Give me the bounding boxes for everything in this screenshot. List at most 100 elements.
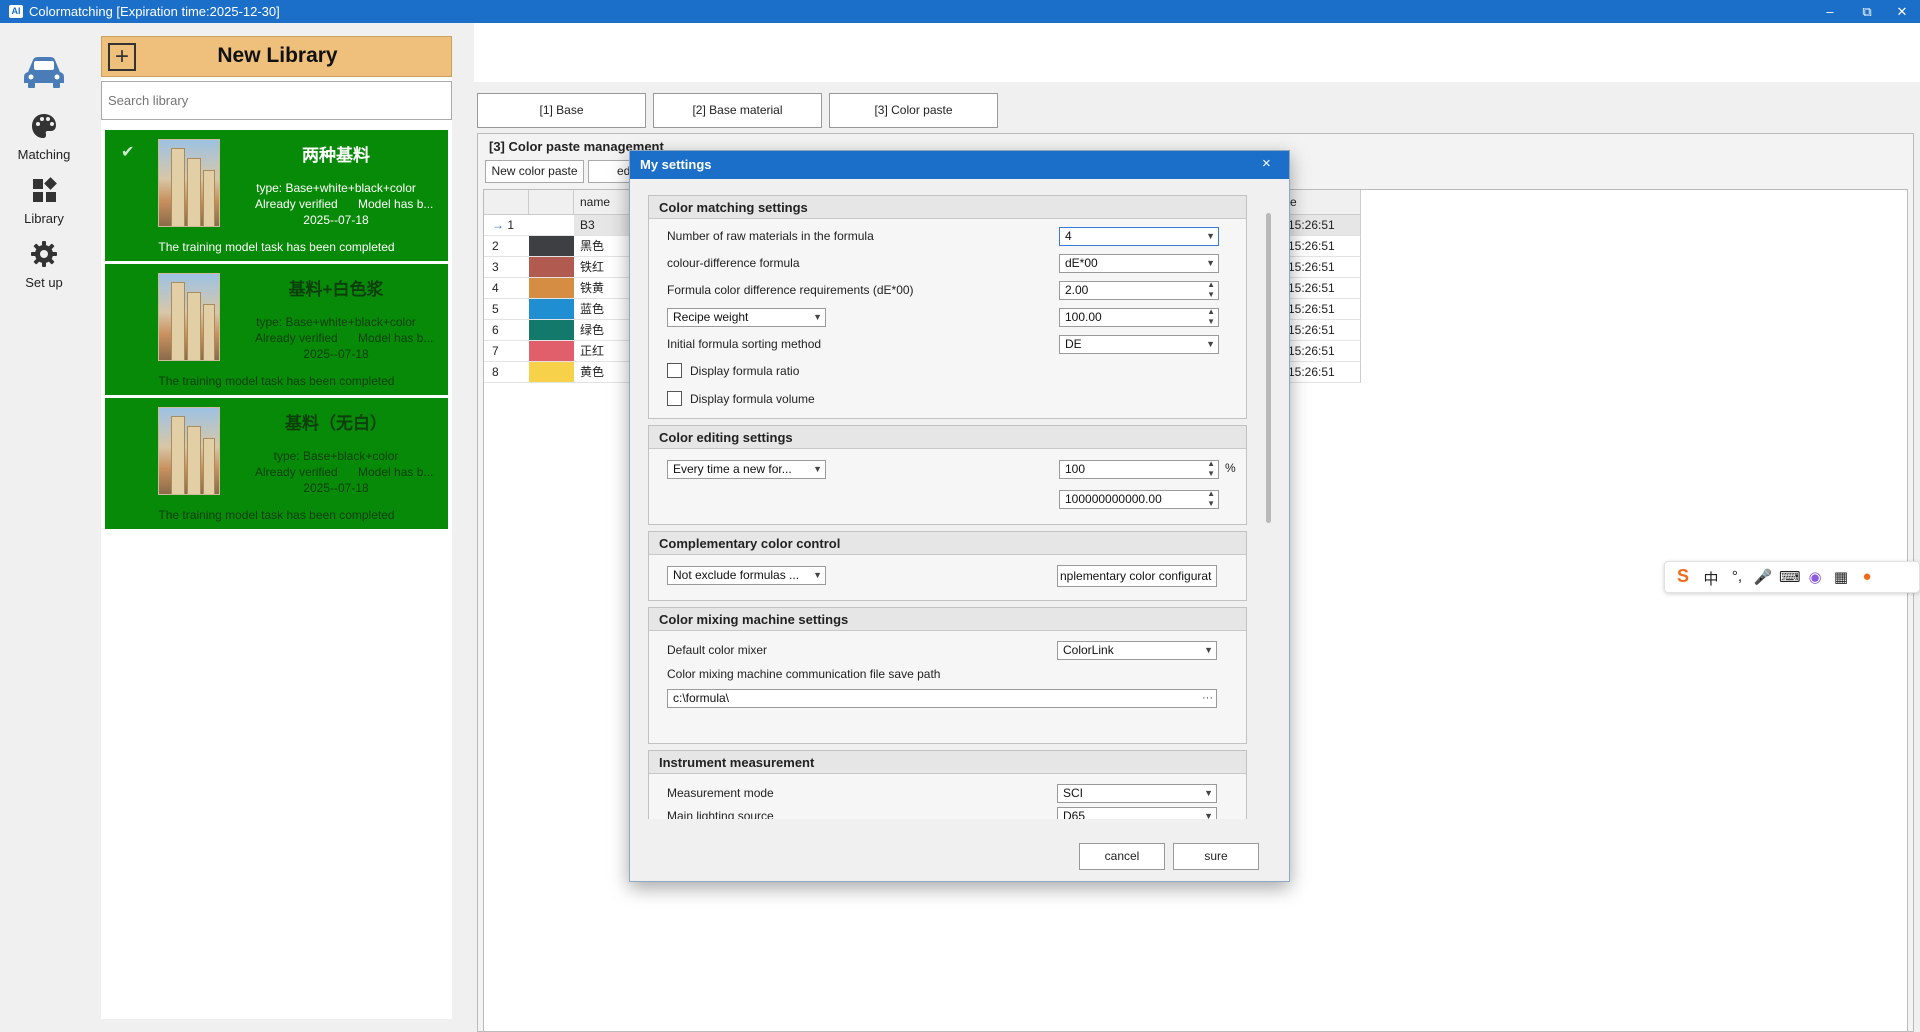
exclude-formulas-value: Not exclude formulas ... (673, 568, 800, 582)
color-swatch (529, 299, 574, 320)
tab-base-material[interactable]: [2] Base material (653, 93, 822, 128)
mascot-icon[interactable]: ● (1857, 568, 1877, 585)
row-name: 蓝色 (574, 299, 634, 320)
spinner-arrows-icon: ▲ ▼ (1207, 281, 1215, 299)
row-time: 15:26:51 (1284, 278, 1361, 299)
new-color-paste-button[interactable]: New color paste (485, 160, 584, 183)
row-index: 3 (484, 257, 529, 278)
sorting-label: Initial formula sorting method (667, 337, 822, 351)
complementary-color-group: Complementary color control Not exclude … (648, 531, 1247, 601)
diff-requirement-spinner[interactable]: 2.00 ▲ ▼ (1059, 281, 1219, 300)
diff-formula-label: colour-difference formula (667, 256, 800, 270)
default-mixer-value: ColorLink (1063, 643, 1114, 657)
nav-setup-label: Set up (25, 275, 63, 290)
row-time: 15:26:51 (1284, 320, 1361, 341)
row-number: 2 (492, 239, 499, 253)
verified-status: Already verified (255, 331, 338, 345)
color-editing-group: Color editing settings Every time a new … (648, 425, 1247, 525)
recipe-weight-value: 100.00 (1065, 310, 1102, 324)
library-card[interactable]: 基料+白色浆 type: Base+white+black+color Alre… (105, 264, 448, 395)
keyboard-icon[interactable]: ⌨ (1779, 568, 1801, 586)
color-swatch (529, 320, 574, 341)
diff-formula-select[interactable]: dE*00 ▼ (1059, 254, 1219, 273)
nav-matching[interactable]: Matching (14, 112, 74, 162)
color-matching-group: Color matching settings Number of raw ma… (648, 195, 1247, 419)
header-time[interactable]: e (1284, 190, 1361, 215)
row-name: 铁红 (574, 257, 634, 278)
save-path-input[interactable]: c:\formula\ ··· (667, 689, 1217, 708)
punctuation-icon[interactable]: °, (1727, 568, 1747, 585)
sorting-select[interactable]: DE ▼ (1059, 335, 1219, 354)
tab-base[interactable]: [1] Base (477, 93, 646, 128)
model-status: Model has b... (358, 465, 434, 479)
dialog-header: My settings × (630, 151, 1289, 179)
dialog-body: Color matching settings Number of raw ma… (648, 195, 1263, 819)
display-ratio-checkbox[interactable] (667, 363, 682, 378)
minimize-icon[interactable]: – (1815, 0, 1845, 23)
measurement-mode-value: SCI (1063, 786, 1084, 800)
close-icon[interactable]: ✕ (1887, 0, 1917, 23)
lighting-source-select[interactable]: D65 ▼ (1057, 807, 1217, 819)
display-ratio-label: Display formula ratio (690, 364, 800, 378)
check-icon: ✔ (121, 144, 135, 161)
model-status: Model has b... (358, 331, 434, 345)
library-card[interactable]: ✔ 两种基料 type: Base+white+black+color Alre… (105, 130, 448, 261)
row-time: 15:26:51 (1284, 236, 1361, 257)
group-title: Color matching settings (649, 196, 1246, 219)
display-volume-checkbox[interactable] (667, 391, 682, 406)
microphone-icon[interactable]: 🎤 (1753, 568, 1773, 586)
complementary-config-button[interactable]: nplementary color configurat (1057, 565, 1217, 587)
dialog-scrollbar[interactable] (1266, 213, 1271, 523)
new-formula-mode-select[interactable]: Every time a new for... ▼ (667, 460, 826, 479)
tab-color-paste[interactable]: [3] Color paste (829, 93, 998, 128)
spinner-arrows-icon: ▲ ▼ (1207, 490, 1215, 508)
library-type: type: Base+white+black+color (256, 315, 416, 329)
default-mixer-select[interactable]: ColorLink ▼ (1057, 641, 1217, 660)
instrument-measurement-group: Instrument measurement Measurement mode … (648, 750, 1247, 819)
row-time: 15:26:51 (1284, 215, 1361, 236)
percent-unit: % (1225, 461, 1236, 475)
exclude-formulas-select[interactable]: Not exclude formulas ... ▼ (667, 566, 826, 585)
max-value-spinner[interactable]: 100000000000.00 ▲ ▼ (1059, 490, 1219, 509)
search-library-input[interactable] (101, 81, 452, 120)
training-status: The training model task has been complet… (158, 508, 395, 522)
nav-library[interactable]: Library (14, 176, 74, 226)
library-type: type: Base+black+color (273, 449, 399, 463)
nav-setup[interactable]: Set up (14, 240, 74, 290)
library-card[interactable]: 基料（无白） type: Base+black+color Already ve… (105, 398, 448, 529)
skin-icon[interactable]: ◉ (1805, 568, 1825, 586)
cancel-button[interactable]: cancel (1079, 843, 1165, 870)
verified-status: Already verified (255, 197, 338, 211)
chevron-down-icon: ▼ (1204, 788, 1213, 798)
dialog-title: My settings (640, 157, 712, 172)
measurement-mode-select[interactable]: SCI ▼ (1057, 784, 1217, 803)
row-index: 2 (484, 236, 529, 257)
percent-spinner[interactable]: 100 ▲ ▼ (1059, 460, 1219, 479)
nav-vehicle[interactable] (14, 52, 74, 95)
library-date: 2025--07-18 (303, 481, 369, 495)
close-icon[interactable]: × (1262, 155, 1271, 172)
header-color (529, 190, 574, 215)
recipe-weight-label: Recipe weight (673, 310, 749, 324)
header-index (484, 190, 529, 215)
library-type: type: Base+white+black+color (256, 181, 416, 195)
restore-icon[interactable]: ⧉ (1852, 0, 1882, 23)
chevron-down-icon: ▼ (1206, 339, 1215, 349)
browse-icon[interactable]: ··· (1202, 690, 1213, 707)
chevron-down-icon: ▼ (1206, 231, 1215, 241)
sogou-logo-icon[interactable]: S (1673, 566, 1693, 587)
new-library-button[interactable]: + New Library (101, 36, 452, 77)
language-toggle[interactable]: 中 (1701, 568, 1721, 589)
sure-button[interactable]: sure (1173, 843, 1259, 870)
group-title: Complementary color control (649, 532, 1246, 555)
recipe-weight-select[interactable]: Recipe weight ▼ (667, 308, 826, 327)
row-index: 4 (484, 278, 529, 299)
toolbox-icon[interactable]: ▦ (1831, 568, 1851, 586)
header-name[interactable]: name (574, 190, 634, 215)
recipe-weight-spinner[interactable]: 100.00 ▲ ▼ (1059, 308, 1219, 327)
app-logo: AI (9, 5, 23, 18)
raw-materials-select[interactable]: 4 ▼ (1059, 227, 1219, 246)
raw-materials-label: Number of raw materials in the formula (667, 229, 874, 243)
row-number: 8 (492, 365, 499, 379)
row-time: 15:26:51 (1284, 257, 1361, 278)
